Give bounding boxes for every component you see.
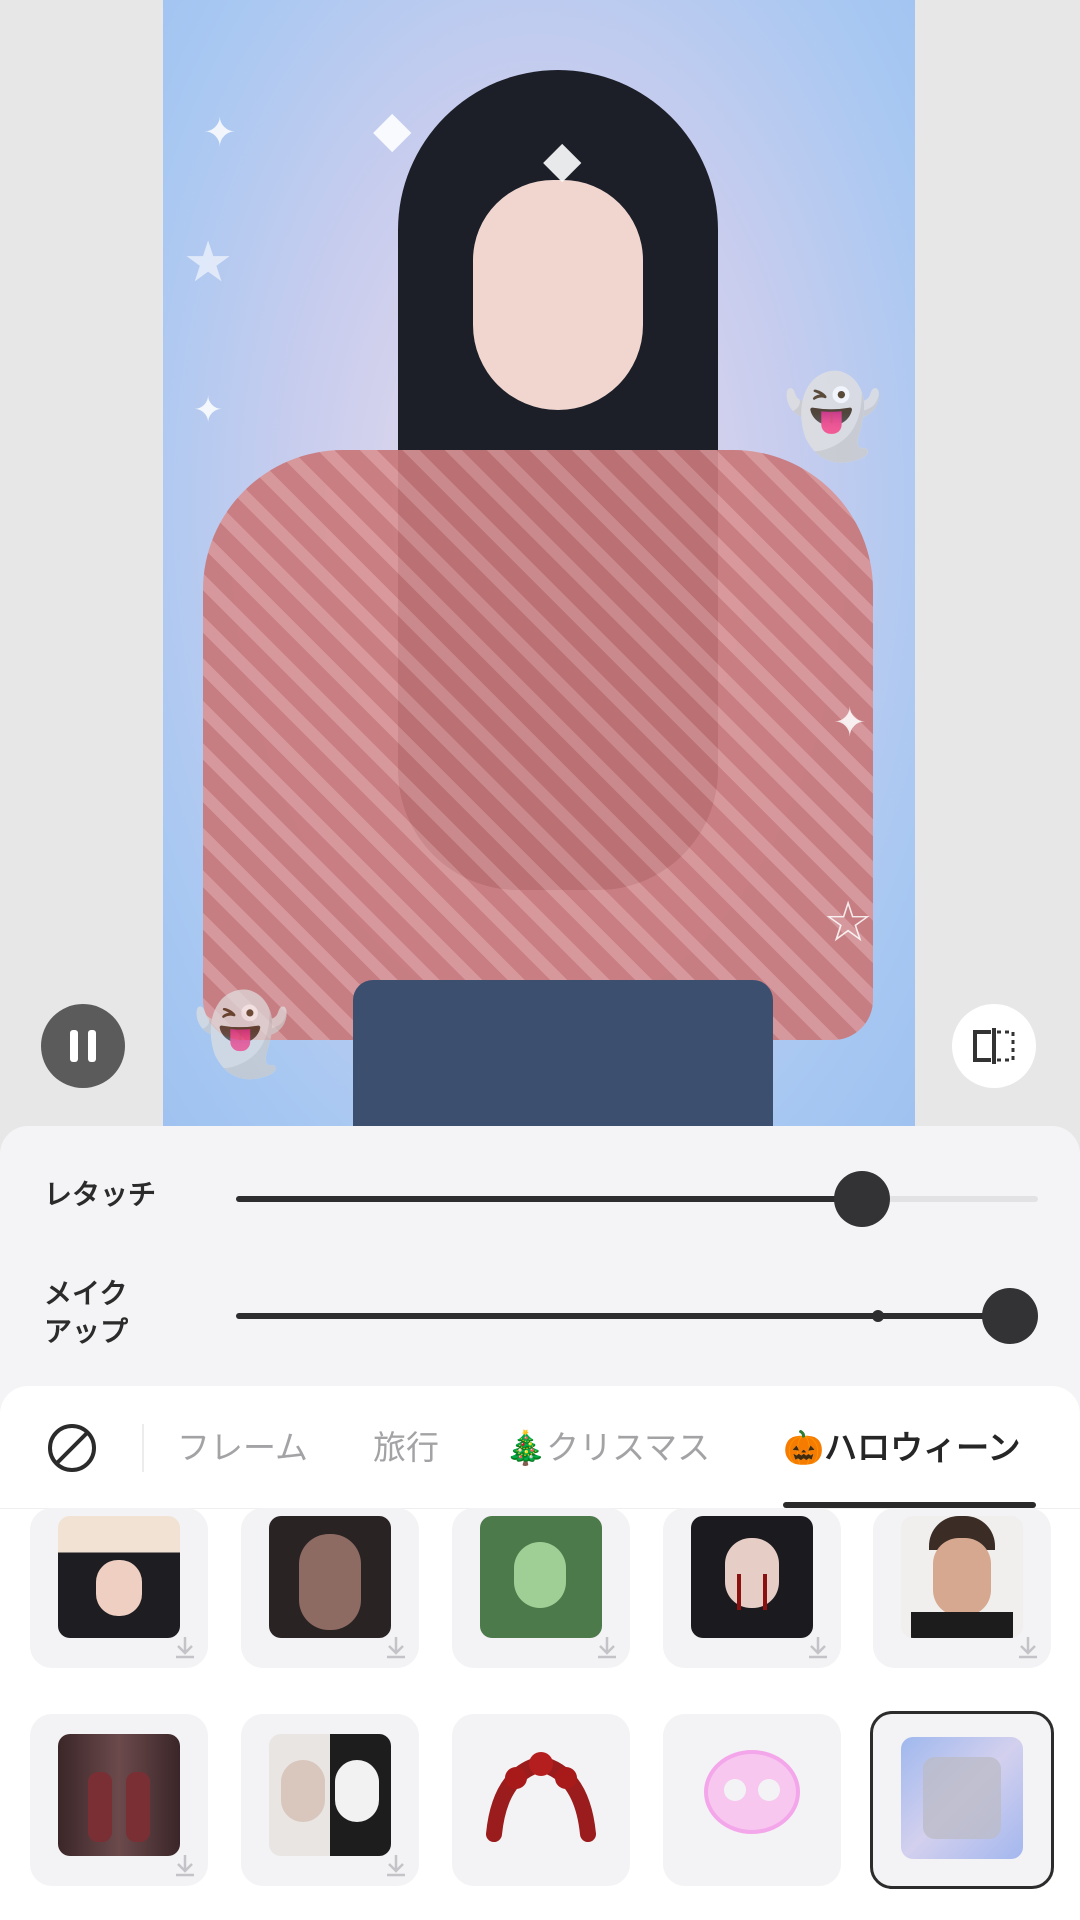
filter-item-green-tint-portrait[interactable] — [452, 1508, 630, 1668]
download-icon — [387, 1855, 405, 1877]
retouch-slider[interactable] — [236, 1171, 1038, 1227]
filter-thumbnail — [691, 1734, 813, 1856]
hair-horn-right: ◆ — [543, 130, 582, 188]
tab-travel[interactable]: 旅行 — [373, 1426, 439, 1470]
filter-item-blood-tears-makeup[interactable] — [663, 1508, 841, 1668]
no-filter-button[interactable] — [46, 1422, 98, 1474]
makeup-slider-thumb[interactable] — [982, 1288, 1038, 1344]
pause-button[interactable] — [41, 1004, 125, 1088]
filter-item-pink-skull-glow[interactable] — [663, 1714, 841, 1886]
camera-preview: ✦ ★ ✦ 👻 ✦ ☆ 👻 ◆ ◆ — [163, 0, 915, 1126]
filter-item-ghost-frame[interactable] — [870, 1711, 1054, 1889]
hair-horn-left: ◆ — [373, 100, 412, 158]
filter-category-tabs: フレーム 旅行 🎄クリスマス 🎃ハロウィーン — [0, 1386, 1080, 1509]
tab-christmas[interactable]: 🎄クリスマス — [505, 1426, 710, 1470]
filter-section: フレーム 旅行 🎄クリスマス 🎃ハロウィーン — [0, 1386, 1080, 1920]
retouch-label: レタッチ — [44, 1178, 157, 1211]
download-icon — [809, 1637, 827, 1659]
compare-button[interactable] — [952, 1004, 1036, 1088]
subject-top — [203, 450, 873, 1040]
makeup-label: メイク アップ — [44, 1277, 129, 1348]
filter-thumbnail — [901, 1737, 1023, 1859]
subject-jeans — [353, 980, 773, 1126]
download-icon — [598, 1637, 616, 1659]
subject-face — [473, 180, 643, 410]
download-icon — [176, 1855, 194, 1877]
no-filter-icon — [48, 1424, 96, 1472]
filter-item-nun-skull-makeup[interactable] — [241, 1714, 419, 1886]
filter-thumbnail — [691, 1516, 813, 1638]
download-icon — [387, 1637, 405, 1659]
filter-thumbnail — [480, 1734, 602, 1856]
sparkle-icon: ✦ — [203, 110, 237, 156]
ghost-icon: 👻 — [193, 990, 291, 1080]
makeup-slider[interactable] — [236, 1288, 1038, 1344]
filter-thumbnail — [269, 1734, 391, 1856]
makeup-slider-fill — [236, 1313, 1010, 1319]
pause-icon — [70, 1030, 96, 1062]
retouch-slider-thumb[interactable] — [834, 1171, 890, 1227]
filter-thumbnail — [58, 1516, 180, 1638]
star-icon: ☆ — [823, 890, 874, 955]
retouch-slider-fill — [236, 1196, 862, 1202]
filter-item-twins-hallway[interactable] — [30, 1714, 208, 1886]
sparkle-icon: ✦ — [193, 390, 224, 431]
ghost-icon: 👻 — [783, 370, 883, 463]
filter-item-red-rose-crown[interactable] — [452, 1714, 630, 1886]
tab-divider — [142, 1424, 144, 1472]
filter-thumbnail — [901, 1516, 1023, 1638]
star-icon: ★ — [183, 230, 234, 295]
download-icon — [176, 1637, 194, 1659]
tab-halloween[interactable]: 🎃ハロウィーン — [783, 1426, 1020, 1470]
filter-thumbnail — [480, 1516, 602, 1638]
download-icon — [1019, 1637, 1037, 1659]
tab-frame[interactable]: フレーム — [177, 1426, 308, 1470]
makeup-default-marker — [872, 1310, 884, 1322]
compare-split-icon — [973, 1028, 1015, 1064]
filter-item-bruised-face[interactable] — [873, 1508, 1051, 1668]
sparkle-icon: ✦ — [833, 700, 867, 746]
filter-item-bunny-ears-makeup[interactable] — [30, 1508, 208, 1668]
filter-thumbnail — [58, 1734, 180, 1856]
filter-item-zombie-face[interactable] — [241, 1508, 419, 1668]
filter-thumbnail — [269, 1516, 391, 1638]
